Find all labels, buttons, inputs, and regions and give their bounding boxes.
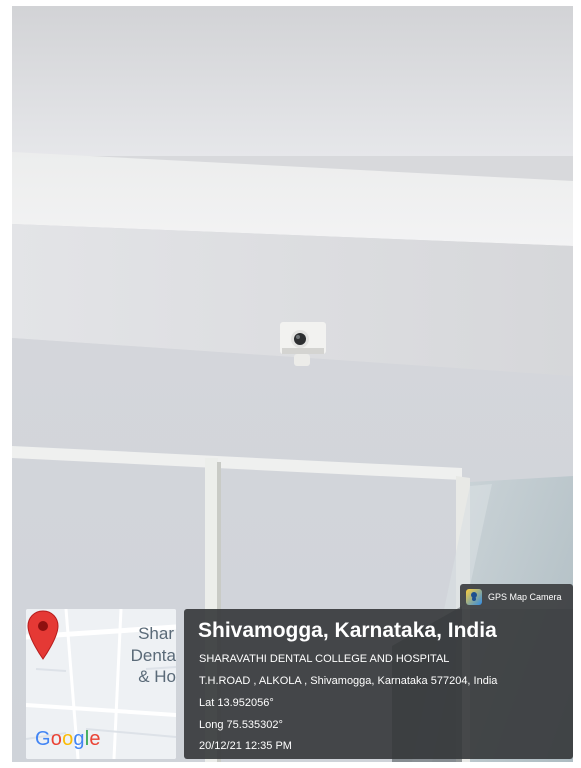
datetime-text: 20/12/21 12:35 PM [199, 740, 292, 752]
latitude-text: Lat 13.952056° [199, 697, 274, 709]
google-logo-letter: o [62, 728, 74, 750]
gps-map-camera-icon [466, 588, 482, 605]
google-logo-letter: G [35, 728, 51, 750]
google-logo-letter: o [50, 728, 63, 750]
longitude-text: Long 75.535302° [199, 719, 283, 731]
map-pin-icon [27, 610, 59, 660]
place-name: SHARAVATHI DENTAL COLLEGE AND HOSPITAL [199, 653, 450, 665]
map-thumbnail[interactable]: Shar Denta & Ho Google [26, 609, 176, 759]
map-label-line-2: Denta [130, 646, 176, 665]
gps-map-camera-badge: GPS Map Camera [460, 584, 573, 609]
map-label-line-1: Shar [138, 624, 174, 643]
google-logo: Google [35, 728, 101, 751]
location-info-box: Shivamogga, Karnataka, India SHARAVATHI … [184, 609, 573, 759]
address-line: T.H.ROAD , ALKOLA , Shivamogga, Karnatak… [199, 675, 498, 687]
google-logo-letter: g [73, 728, 85, 750]
google-logo-letter: e [89, 728, 101, 750]
location-title: Shivamogga, Karnataka, India [198, 619, 497, 642]
gps-badge-label: GPS Map Camera [488, 591, 562, 602]
map-label-line-3: & Ho [138, 667, 176, 686]
